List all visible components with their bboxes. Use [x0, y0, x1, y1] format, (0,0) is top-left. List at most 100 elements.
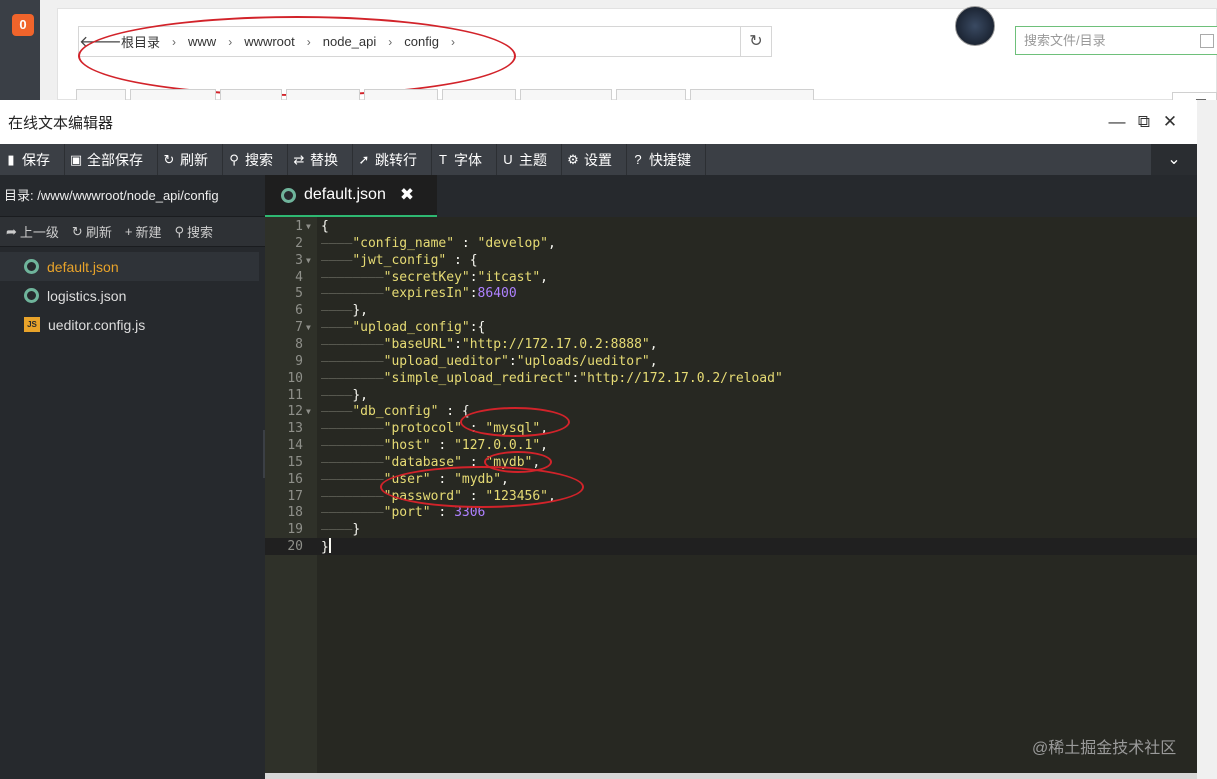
code-token: "host": [383, 438, 431, 454]
code-line[interactable]: 13 ————————"protocol" : "mysql",: [265, 420, 1197, 437]
checkbox[interactable]: [1200, 34, 1214, 48]
code-token: : {: [446, 252, 478, 268]
code-token: ————————: [321, 471, 384, 487]
code-line[interactable]: 1 ▼ {: [265, 218, 1197, 235]
code-token: "develop": [477, 235, 548, 251]
code-token: "itcast": [477, 269, 541, 285]
fold-arrow-icon[interactable]: ▼: [306, 218, 311, 235]
avatar[interactable]: [955, 6, 995, 46]
code-token: "upload_ueditor": [383, 353, 509, 369]
toolbar-button-label: 替换: [310, 151, 338, 168]
code-line[interactable]: 15 ————————"database" : "mydb",: [265, 454, 1197, 471]
code-line[interactable]: 10 ————————"simple_upload_redirect":"http…: [265, 370, 1197, 387]
file-name: ueditor.config.js: [48, 316, 146, 333]
code-token: :{: [469, 320, 486, 336]
fold-arrow-icon[interactable]: ▼: [306, 403, 311, 420]
toolbar-button-replace[interactable]: ⇄ 替换: [288, 144, 353, 175]
path-bar[interactable]: 🡐 根目录 › www › wwwroot › node_api › config › ↻: [78, 26, 772, 57]
code-line[interactable]: 5 ————————"expiresIn":86400: [265, 285, 1197, 302]
code-token: "mysql": [485, 421, 541, 437]
code-line[interactable]: 12 ▼ ————"db_config" : {: [265, 403, 1197, 420]
json-file-icon: [281, 187, 296, 203]
back-arrow-icon[interactable]: 🡐: [79, 31, 122, 52]
sidebar-tools: ➦ 上一级 ↻ 刷新 + 新建 ⚲ 搜索: [0, 217, 265, 247]
toolbar-button-font[interactable]: T 字体: [432, 144, 497, 175]
code-token: "127.0.0.1": [454, 438, 541, 454]
code-token: "simple_upload_redirect": [383, 370, 572, 386]
refresh-icon: ↻: [163, 151, 175, 167]
minimize-icon[interactable]: —: [1106, 111, 1128, 133]
maximize-icon[interactable]: ⧉: [1133, 111, 1155, 133]
notification-badge[interactable]: 0: [12, 14, 34, 36]
breadcrumb-item[interactable]: 根目录: [115, 32, 166, 51]
search-icon: ⚲: [229, 151, 239, 167]
code-line[interactable]: 9 ————————"upload_ueditor":"uploads/uedit…: [265, 353, 1197, 370]
code-token: ,: [532, 454, 541, 470]
refresh-icon[interactable]: ↻: [740, 27, 771, 56]
toolbar-button-shortcut[interactable]: ? 快捷键: [627, 144, 706, 175]
line-number: 8: [295, 336, 303, 352]
breadcrumb-item[interactable]: www: [182, 34, 222, 49]
code-editor[interactable]: 1 ▼{2 ————"config_name" : "develop", 3 ▼ ————…: [265, 217, 1197, 779]
code-line[interactable]: 3 ▼ ————"jwt_config" : {: [265, 252, 1197, 269]
toolbar-button-goto-line[interactable]: ➚ 跳转行: [353, 144, 432, 175]
close-icon[interactable]: ✖: [400, 185, 414, 205]
toolbar-button-save-all[interactable]: ▣ 全部保存: [65, 144, 158, 175]
code-token: :: [430, 505, 455, 521]
toolbar-button-label: 全部保存: [87, 151, 143, 168]
code-line[interactable]: 4 ————————"secretKey":"itcast",: [265, 269, 1197, 286]
code-line[interactable]: 20}: [265, 538, 1197, 556]
code-token: }: [352, 522, 361, 538]
file-item[interactable]: JS ueditor.config.js: [0, 310, 265, 339]
fold-arrow-icon[interactable]: ▼: [306, 319, 311, 336]
code-line[interactable]: 6 ————},: [265, 302, 1197, 319]
code-token: "mydb": [485, 454, 533, 470]
sidebar-tool-refresh[interactable]: ↻ 刷新: [66, 222, 119, 241]
toolbar-button-search[interactable]: ⚲ 搜索: [223, 144, 288, 175]
code-token: ————: [321, 320, 353, 336]
code-content: ————————"protocol" : "mysql",: [321, 420, 548, 437]
refresh-icon: ↻: [71, 223, 83, 239]
toolbar-button-settings[interactable]: ⚙ 设置: [562, 144, 627, 175]
code-token: {: [321, 219, 329, 234]
code-content: ————————"host" : "127.0.0.1",: [321, 437, 548, 454]
toolbar-button-refresh[interactable]: ↻ 刷新: [158, 144, 223, 175]
fold-arrow-icon[interactable]: ▼: [306, 252, 311, 269]
code-line[interactable]: 17 ————————"password" : "123456",: [265, 488, 1197, 505]
code-line[interactable]: 16 ————————"user" : "mydb",: [265, 471, 1197, 488]
code-token: ,: [540, 438, 548, 454]
breadcrumb-item[interactable]: config: [398, 34, 445, 49]
tab-default-json[interactable]: default.json ✖: [265, 175, 437, 217]
chevron-down-icon[interactable]: ⌄: [1151, 144, 1197, 175]
toolbar-button-theme[interactable]: U 主题: [497, 144, 562, 175]
code-line[interactable]: 14 ————————"host" : "127.0.0.1",: [265, 437, 1197, 454]
editor-window: 在线文本编辑器 — ⧉ ✕ ▮ 保存 ▣ 全部保存 ↻ 刷新 ⚲ 搜索 ⇄ 替换 ➚ 跳转行 T 字体 U 主…: [0, 100, 1197, 779]
code-line[interactable]: 2 ————"config_name" : "develop",: [265, 235, 1197, 252]
code-token: "mydb": [454, 471, 502, 487]
code-line[interactable]: 8 ————————"baseURL":"http://172.17.0.2:88…: [265, 336, 1197, 353]
close-icon[interactable]: ✕: [1159, 111, 1181, 133]
line-number: 11: [287, 387, 303, 403]
sidebar-tool-plus[interactable]: + 新建: [119, 222, 169, 241]
breadcrumb-item[interactable]: node_api: [317, 34, 383, 49]
code-line[interactable]: 7 ▼ ————"upload_config":{: [265, 319, 1197, 336]
breadcrumb-item[interactable]: wwwroot: [238, 34, 301, 49]
search-input[interactable]: 搜索文件/目录: [1015, 26, 1217, 55]
chevron-right-icon: ›: [388, 34, 393, 49]
code-line[interactable]: 11 ————},: [265, 387, 1197, 404]
horizontal-scrollbar[interactable]: [265, 773, 1197, 779]
code-content: ————————"secretKey":"itcast",: [321, 269, 548, 286]
file-item[interactable]: default.json: [0, 252, 259, 281]
file-sidebar: 目录: /www/wwwroot/node_api/config ➦ 上一级 ↻ 刷新…: [0, 175, 265, 779]
code-content: ————————"user" : "mydb",: [321, 471, 509, 488]
code-line[interactable]: 19 ————}: [265, 521, 1197, 538]
code-content: ————"upload_config":{: [321, 319, 485, 336]
sidebar-tool-search[interactable]: ⚲ 搜索: [168, 222, 220, 241]
code-line[interactable]: 18 ————————"port" : 3306: [265, 504, 1197, 521]
sidebar-tool-up-level[interactable]: ➦ 上一级: [0, 222, 66, 241]
line-number: 5: [295, 286, 303, 302]
code-token: ,: [501, 471, 509, 487]
file-item[interactable]: logistics.json: [0, 281, 265, 310]
toolbar-button-save[interactable]: ▮ 保存: [0, 144, 65, 175]
code-token: ————: [321, 404, 353, 420]
